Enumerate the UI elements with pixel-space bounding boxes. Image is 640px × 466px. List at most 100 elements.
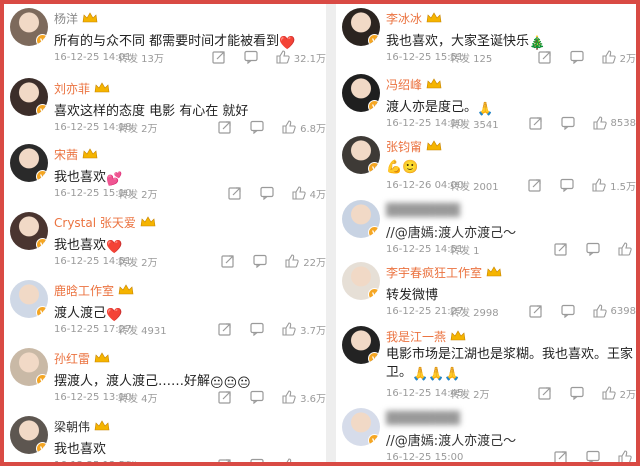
verified-badge-icon: v [36,238,48,250]
repost-count: 转发 2万 [118,257,158,269]
user-name[interactable]: 张钧甯 [386,138,422,155]
user-name[interactable]: 刘亦菲 [54,80,90,97]
comment-meta-row: 16-12-25 15:00 [386,450,636,462]
like-icon[interactable] [276,50,290,64]
verified-badge-icon: v [36,170,48,182]
like-count: 6.8万 [300,123,326,135]
avatar[interactable]: v [342,74,380,112]
avatar[interactable]: v [342,200,380,238]
name-row: 李冰冰 [386,10,442,26]
action-bar: 3.6万 [218,390,326,405]
comment-text-content: 我也喜欢 [54,442,107,457]
avatar[interactable]: v [10,280,48,318]
comment-text-content: 摆渡人，渡人渡己……好解 [54,374,211,389]
user-name[interactable]: 鹿晗工作室 [54,282,114,299]
timestamp: 16-12-25 15:51 [386,51,464,63]
like-icon[interactable] [285,254,299,268]
share-icon[interactable] [218,458,232,462]
action-bar: 4万 [228,186,326,201]
comment-text-content: //@唐嫣:渡人亦渡己～ [386,434,517,449]
share-icon[interactable] [218,120,232,134]
like-count: 2.5万 [300,458,326,463]
user-name[interactable]: ████████ [386,411,460,425]
timestamp: 16-12-25 15:00 [386,451,464,463]
avatar[interactable]: v [10,212,48,250]
name-row: 宋茜 [54,146,98,162]
comment-icon[interactable] [260,186,274,200]
name-row: 我是江一燕 [386,328,466,344]
comment-meta-row: 16-12-25 14:51 转发 2万 22万 [54,254,326,269]
avatar[interactable]: v [10,8,48,46]
avatar[interactable]: v [342,408,380,446]
comment-text-content: 渡人亦是度己。 [386,100,478,115]
comment-icon[interactable] [570,50,584,64]
verified-badge-icon: v [36,442,48,454]
timestamp: 16-12-25 13:50 [54,460,131,463]
avatar[interactable]: v [342,262,380,300]
share-icon[interactable] [228,186,242,200]
repost-count: 转发 13万 [118,53,164,65]
comment-item: v 我是江一燕 电影市场是江湖也是浆糊。我也喜欢。王家 卫。🙏🙏🙏 16-12-25 1… [336,316,636,401]
comment-item: v ████████ //@唐嫣:渡人亦渡己～ 16-12-25 15:00 [336,398,636,462]
like-icon[interactable] [618,450,632,462]
user-name[interactable]: ████████ [386,203,460,217]
comment-text: 喜欢这样的态度 电影 有心在 就好 [54,100,248,119]
like-icon[interactable] [282,458,296,462]
name-row: Crystal 张天爱 [54,214,156,230]
like-icon[interactable] [282,120,296,134]
like-icon[interactable] [282,322,296,336]
user-name[interactable]: 我是江一燕 [386,328,446,345]
like-icon[interactable] [602,50,616,64]
like-count: 6398 [610,305,636,317]
crown-icon [426,140,442,152]
avatar[interactable]: v [342,136,380,174]
avatar[interactable]: v [342,8,380,46]
comment-icon[interactable] [250,390,264,404]
share-icon[interactable] [218,322,232,336]
name-row: ████████ [386,410,460,426]
user-name[interactable]: 宋茜 [54,146,78,163]
action-bar: 2万 [538,50,636,65]
left-comment-column: v 杨洋 所有的与众不同 都需要时间才能被看到❤️ 16-12-25 14:01 转发 … [4,4,326,462]
comment-text: //@唐嫣:渡人亦渡己～ [386,222,516,241]
share-icon[interactable] [221,254,235,268]
comment-icon[interactable] [250,120,264,134]
user-name[interactable]: 冯绍峰 [386,76,422,93]
user-name[interactable]: 孙红雷 [54,350,90,367]
comment-icon[interactable] [253,254,267,268]
verified-badge-icon: v [36,374,48,386]
user-name[interactable]: 李宇春疯狂工作室 [386,264,482,281]
comment-item: v ████████//@唐嫣:渡人亦渡己～ 16-12-25 14:51 转发 1 [336,190,636,258]
user-name[interactable]: 李冰冰 [386,10,422,27]
like-icon[interactable] [292,186,306,200]
comment-icon[interactable] [244,50,258,64]
avatar[interactable]: v [10,416,48,454]
comment-icon[interactable] [250,322,264,336]
like-count: 3.7万 [300,325,326,337]
comment-text-content: 喜欢这样的态度 电影 有心在 就好 [54,104,249,119]
right-comment-column: v 李冰冰 我也喜欢，大家圣诞快乐🎄 16-12-25 15:51 转发 125 2万 v 冯… [336,4,636,462]
crown-icon [450,330,466,342]
avatar[interactable]: v [10,78,48,116]
share-icon[interactable] [212,50,226,64]
emoji-icon: 🙏🙏🙏 [412,367,461,382]
avatar[interactable]: v [10,348,48,386]
user-name[interactable]: 梁朝伟 [54,418,90,435]
share-icon[interactable] [218,390,232,404]
name-row: 鹿晗工作室 [54,282,134,298]
crown-icon [118,284,134,296]
comment-item: v Crystal 张天爱 我也喜欢❤️ 16-12-25 14:51 转发 2万 22万 [4,202,326,270]
avatar[interactable]: v [10,144,48,182]
share-icon[interactable] [538,50,552,64]
user-name[interactable]: 杨洋 [54,10,78,27]
share-icon[interactable] [554,450,568,462]
comment-icon[interactable] [250,458,264,462]
verified-badge-icon: v [368,100,380,112]
avatar[interactable]: v [342,326,380,364]
action-bar: 6.8万 [218,120,326,135]
comment-text: 所有的与众不同 都需要时间才能被看到❤️ [54,30,295,51]
like-icon[interactable] [282,390,296,404]
comment-icon[interactable] [586,450,600,462]
user-name[interactable]: Crystal 张天爱 [54,214,136,231]
comment-text: 渡人渡己❤️ [54,302,122,323]
